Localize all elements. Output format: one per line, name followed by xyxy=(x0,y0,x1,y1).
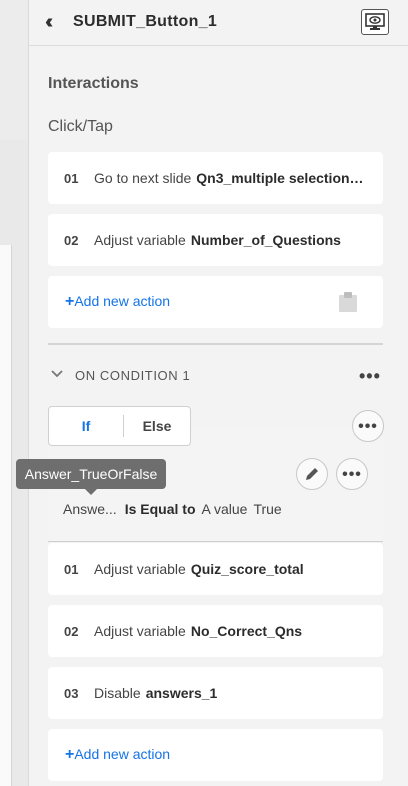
add-new-action-label: Add new action xyxy=(74,746,171,762)
tooltip-arrow xyxy=(85,489,97,495)
action-verb: Go to next slide xyxy=(94,170,192,186)
condition-operator: Is Equal to xyxy=(124,501,196,517)
properties-panel: ‹‹ SUBMIT_Button_1 Interactions Click/Ta… xyxy=(28,0,408,786)
action-number: 02 xyxy=(64,623,79,639)
action-card[interactable]: 02 Adjust variable Number_of_Questions xyxy=(48,214,383,266)
trigger-label: Click/Tap xyxy=(48,118,113,135)
action-target: answers_1 xyxy=(145,685,218,701)
more-options-icon[interactable]: ••• xyxy=(359,367,381,385)
action-verb: Adjust variable xyxy=(94,623,186,639)
condition-variable: Answe... xyxy=(63,501,117,517)
preview-monitor-icon[interactable] xyxy=(361,9,389,35)
action-number: 01 xyxy=(64,170,79,186)
action-verb: Adjust variable xyxy=(94,561,186,577)
condition-expression: Answe... Is Equal to A value True xyxy=(63,501,282,517)
condition-value: True xyxy=(253,501,282,517)
pencil-icon xyxy=(306,468,318,480)
action-target: Qn3_multiple selection t... xyxy=(196,170,365,186)
add-action-row: +Add new action xyxy=(48,276,383,328)
more-options-icon: ••• xyxy=(358,418,378,435)
tab-if[interactable]: If xyxy=(49,407,123,445)
action-number: 02 xyxy=(64,232,79,248)
condition-header[interactable]: ON CONDITION 1 ••• xyxy=(48,365,383,387)
action-card[interactable]: 03 Disable answers_1 xyxy=(48,667,383,719)
action-target: Quiz_score_total xyxy=(190,561,304,577)
variable-tooltip: Answer_TrueOrFalse xyxy=(16,459,166,495)
action-verb: Disable xyxy=(94,685,141,701)
if-else-more-button[interactable]: ••• xyxy=(352,410,384,442)
condition-more-button[interactable]: ••• xyxy=(336,458,368,490)
canvas-edge xyxy=(0,245,12,786)
section-divider xyxy=(48,343,383,345)
add-new-action-link[interactable]: +Add new action xyxy=(65,293,170,311)
action-card[interactable]: 02 Adjust variable No_Correct_Qns xyxy=(48,605,383,657)
condition-value-type: A value xyxy=(201,501,248,517)
object-title: SUBMIT_Button_1 xyxy=(73,13,218,30)
plus-icon: + xyxy=(65,293,75,310)
panel-header: ‹‹ SUBMIT_Button_1 xyxy=(29,0,408,46)
tooltip-text: Answer_TrueOrFalse xyxy=(24,466,158,482)
tab-else[interactable]: Else xyxy=(124,407,190,445)
action-target: Number_of_Questions xyxy=(190,232,341,248)
left-gutter xyxy=(0,0,28,786)
action-verb: Adjust variable xyxy=(94,232,186,248)
more-options-icon: ••• xyxy=(342,466,362,483)
action-number: 01 xyxy=(64,561,79,577)
section-title-interactions: Interactions xyxy=(48,75,139,92)
if-else-toggle: If Else xyxy=(48,406,191,446)
plus-icon: + xyxy=(65,746,75,763)
paste-clipboard-icon[interactable] xyxy=(338,291,358,313)
action-card[interactable]: 01 Adjust variable Quiz_score_total xyxy=(48,543,383,595)
double-chevron-left-icon[interactable]: ‹‹ xyxy=(45,12,54,32)
add-action-row: +Add new action xyxy=(48,729,383,781)
add-new-action-link[interactable]: +Add new action xyxy=(65,746,170,764)
action-number: 03 xyxy=(64,685,79,701)
condition-title: ON CONDITION 1 xyxy=(75,368,191,383)
chevron-down-icon[interactable] xyxy=(50,367,64,381)
edit-condition-button[interactable] xyxy=(296,458,328,490)
action-card[interactable]: 01 Go to next slide Qn3_multiple selecti… xyxy=(48,152,383,204)
left-gutter-upper xyxy=(0,0,28,140)
add-new-action-label: Add new action xyxy=(74,293,171,309)
action-target: No_Correct_Qns xyxy=(190,623,303,639)
